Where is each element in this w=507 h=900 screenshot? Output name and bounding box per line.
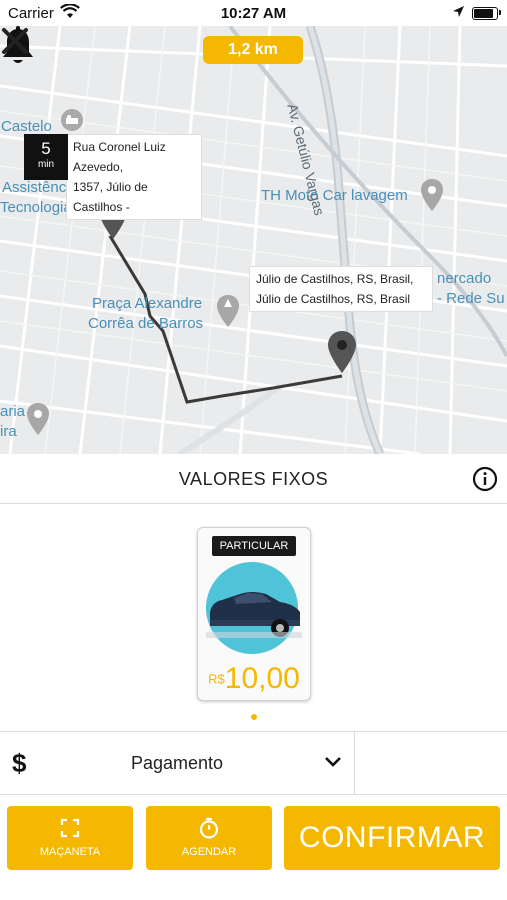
chevron-down-icon[interactable] (324, 754, 342, 770)
map-label-aria: aria (0, 403, 26, 420)
map-label-praca-1: Praça Alexandre (92, 295, 203, 312)
carousel-page-indicator (251, 714, 257, 720)
battery-icon (472, 7, 498, 20)
eta-value: 5 (41, 139, 51, 158)
stopwatch-icon (199, 817, 219, 839)
macaneta-label: MAÇANETA (39, 846, 101, 858)
map-label-th-moto: TH Moto Car lavagem (261, 187, 408, 204)
destination-address-line: Júlio de Castilhos, RS, Brasil (256, 292, 411, 306)
price-currency: R$ (208, 671, 225, 687)
poi-pin-icon (27, 403, 49, 435)
payment-divider (354, 732, 355, 794)
status-bar: Carrier 10:27 AM (0, 0, 507, 26)
vehicle-selector: PARTICULAR R$10,00 (0, 504, 507, 730)
origin-callout[interactable]: Rua Coronel Luiz Azevedo, 1357, Júlio de… (66, 134, 202, 220)
origin-address-line: Rua Coronel Luiz Azevedo, (73, 140, 166, 174)
location-arrow-icon (453, 6, 464, 17)
macaneta-button[interactable]: MAÇANETA (7, 806, 133, 870)
map-label-ira: ira (0, 423, 17, 440)
car-icon (206, 562, 302, 654)
fare-section-header: VALORES FIXOS (0, 455, 507, 504)
route-map[interactable]: Castelo Assistência Tecnologias TH Moto … (0, 26, 507, 454)
schedule-label: AGENDAR (181, 846, 237, 858)
fare-section-title: VALORES FIXOS (178, 469, 329, 489)
confirm-button[interactable]: CONFIRMAR (284, 806, 500, 870)
payment-selector[interactable]: $ Pagamento (0, 731, 507, 795)
vehicle-category-tag: PARTICULAR (212, 536, 296, 556)
price-value: 10,00 (224, 662, 300, 695)
fullscreen-icon (60, 818, 80, 838)
eta-badge: 5 min (24, 134, 68, 180)
destination-callout[interactable]: Júlio de Castilhos, RS, Brasil, Júlio de… (249, 266, 433, 312)
hotel-icon (61, 109, 83, 131)
map-label-praca-2: Corrêa de Barros (88, 315, 204, 332)
payment-label: Pagamento (130, 753, 224, 773)
eta-unit: min (37, 159, 55, 170)
park-pin-icon (217, 295, 239, 327)
map-label-mercado: nercado (437, 270, 492, 287)
clock: 10:27 AM (220, 5, 287, 22)
map-streets (0, 26, 507, 454)
info-icon[interactable] (472, 466, 498, 492)
close-icon[interactable] (0, 26, 30, 56)
poi-pin-icon (421, 179, 443, 211)
schedule-button[interactable]: AGENDAR (146, 806, 272, 870)
distance-pill: 1,2 km (203, 36, 303, 64)
dollar-icon: $ (12, 748, 27, 778)
map-label-castelo: Castelo (1, 118, 52, 135)
battery-tip (499, 10, 501, 15)
destination-address-line: Júlio de Castilhos, RS, Brasil, (256, 272, 414, 286)
origin-address-line: 1357, Júlio de Castilhos - (73, 180, 148, 214)
vehicle-card[interactable]: PARTICULAR R$10,00 (197, 527, 311, 701)
vehicle-price: R$10,00 (198, 662, 310, 696)
map-label-rede: - Rede Su (437, 290, 505, 307)
destination-pin-icon[interactable] (327, 330, 357, 374)
